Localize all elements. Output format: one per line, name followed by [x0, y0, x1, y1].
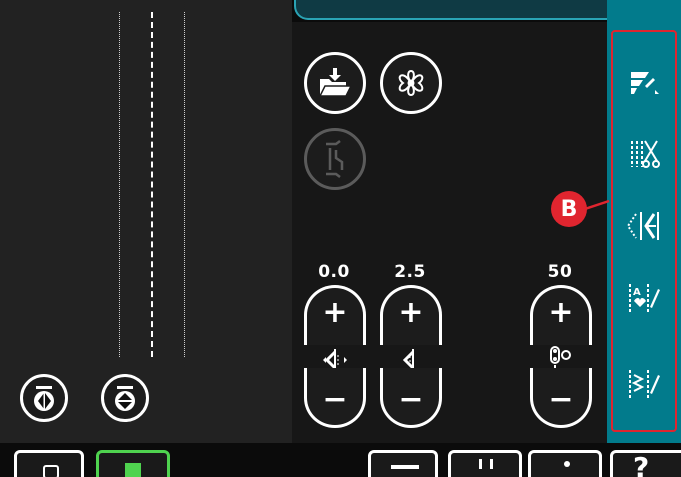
tapering-button[interactable] [304, 128, 366, 190]
stitch-center-line [151, 12, 153, 357]
width-increase-button[interactable]: + [304, 285, 366, 345]
sidebar-thread-cut-button[interactable] [619, 132, 669, 176]
speed-increase-button[interactable]: + [530, 285, 592, 345]
speed-decrease-button[interactable]: − [530, 368, 592, 428]
info-icon [564, 461, 570, 467]
speed-value: 50 [547, 262, 573, 282]
svg-text:A: A [633, 287, 641, 298]
fan-icon [398, 70, 424, 96]
bottom-home-button[interactable] [14, 450, 84, 477]
sidebar-program-button[interactable]: A [619, 276, 669, 320]
length-increase-button[interactable]: + [380, 285, 442, 345]
callout-badge: B [551, 191, 587, 227]
stitch-guide-line [184, 12, 185, 357]
bottom-info-button[interactable] [528, 450, 602, 477]
help-icon: ? [633, 451, 650, 477]
list-icon [391, 465, 419, 469]
width-decrease-button[interactable]: − [304, 368, 366, 428]
stitch-preview [0, 0, 292, 443]
plus-icon: + [322, 295, 348, 330]
bottom-list-button[interactable] [368, 450, 438, 477]
home-icon [43, 465, 59, 477]
plus-icon: + [398, 295, 424, 330]
sewing-mode-icon [125, 463, 141, 477]
callout-arrow [585, 199, 610, 211]
bottom-help-button[interactable]: ? [610, 450, 681, 477]
minus-icon: − [398, 382, 424, 417]
bottom-tools-button[interactable] [448, 450, 522, 477]
load-stitch-button[interactable] [304, 52, 366, 114]
save-stitch-icon [629, 370, 660, 398]
top-panel-tab [294, 0, 624, 20]
bottom-sewing-mode-button[interactable] [96, 450, 170, 477]
sidebar-highlight: A [611, 30, 677, 432]
length-decrease-button[interactable]: − [380, 368, 442, 428]
stitch-width-value: 0.0 [318, 262, 350, 282]
plus-icon: + [548, 295, 574, 330]
stitch-options-button[interactable] [380, 52, 442, 114]
load-folder-icon [318, 68, 353, 97]
mirror-end-icon [115, 386, 135, 411]
stitch-length-value: 2.5 [394, 262, 426, 282]
tapering-icon [326, 140, 344, 178]
program-icon: A [629, 284, 660, 312]
sidebar-stitch-menu-button[interactable] [619, 60, 669, 104]
sidebar-save-stitch-button[interactable] [619, 362, 669, 406]
tools-icon [479, 459, 493, 469]
mirror-side-to-side-button[interactable] [20, 374, 68, 422]
minus-icon: − [548, 382, 574, 417]
sidebar-balance-button[interactable] [619, 204, 669, 248]
minus-icon: − [322, 382, 348, 417]
stitch-guide-line [119, 12, 120, 357]
balance-icon [626, 212, 659, 240]
mirror-end-to-end-button[interactable] [101, 374, 149, 422]
stitch-menu-icon [631, 72, 659, 94]
cut-icon [631, 140, 660, 168]
mirror-side-icon [34, 386, 54, 411]
